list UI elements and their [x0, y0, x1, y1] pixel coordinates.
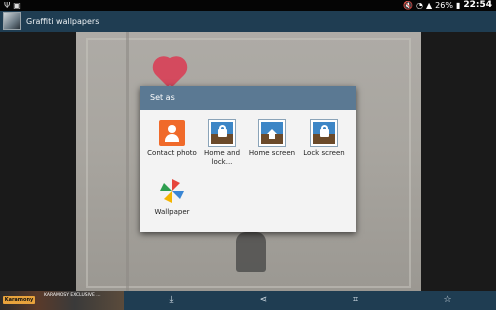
photo-divider [126, 32, 129, 291]
contact-photo-icon [159, 120, 185, 146]
option-contact-photo[interactable]: Contact photo [147, 120, 197, 158]
option-label: Home and lock... [203, 149, 241, 166]
home-lock-screen-icon [209, 120, 235, 146]
download-icon[interactable]: ⤓ [162, 291, 181, 310]
status-bar: Ψ ▣ 🔇 ◔ ▲ 26% ▮ 22:54 [0, 0, 496, 11]
ad-text: KARAMOSY EXCLUSIVE ... [44, 293, 101, 298]
signal-icon: ▲ [426, 1, 433, 10]
status-right: 🔇 ◔ ▲ 26% ▮ 22:54 [403, 0, 492, 11]
heart-balloon [150, 59, 190, 87]
option-home-screen[interactable]: Home screen [247, 120, 297, 158]
option-wallpaper[interactable]: Wallpaper [147, 177, 197, 217]
ad-logo: Karamony [3, 296, 35, 304]
lock-screen-icon [311, 120, 337, 146]
app-icon[interactable] [3, 12, 21, 30]
usb-icon: Ψ [4, 1, 11, 10]
screen: Ψ ▣ 🔇 ◔ ▲ 26% ▮ 22:54 Graffiti wallpaper… [0, 0, 496, 310]
status-left: Ψ ▣ [4, 0, 21, 11]
option-lock-screen[interactable]: Lock screen [299, 120, 349, 158]
home-screen-icon [259, 120, 285, 146]
bottom-bar: Karamony KARAMOSY EXCLUSIVE ... ⤓ ⋖ ⌗ ☆ [0, 291, 496, 310]
option-label: Home screen [248, 149, 296, 157]
set-as-options: Contact photo Home and lock... Home scre… [140, 110, 356, 232]
crop-icon[interactable]: ⌗ [346, 291, 365, 310]
clock: 22:54 [463, 0, 492, 10]
ad-banner[interactable]: Karamony KARAMOSY EXCLUSIVE ... [0, 291, 124, 310]
option-label: Wallpaper [154, 208, 190, 216]
battery-percent: 26% [435, 1, 453, 10]
graffiti-figure [236, 232, 266, 272]
app-title: Graffiti wallpapers [26, 17, 100, 26]
favorite-star-icon[interactable]: ☆ [438, 291, 457, 310]
dialog-title: Set as [140, 86, 356, 110]
mute-icon: 🔇 [403, 1, 414, 10]
wallpaper-pinwheel-icon [158, 177, 186, 205]
battery-icon: ▮ [455, 1, 461, 10]
option-label: Lock screen [303, 149, 345, 157]
notification-icon: ▣ [13, 1, 21, 10]
action-bar: Graffiti wallpapers [0, 11, 496, 32]
set-as-dialog: Set as Contact photo Home and lock... Ho… [140, 86, 356, 232]
option-label: Contact photo [147, 149, 197, 157]
share-icon[interactable]: ⋖ [254, 291, 273, 310]
option-home-and-lock[interactable]: Home and lock... [197, 120, 247, 167]
wifi-icon: ◔ [416, 1, 423, 10]
